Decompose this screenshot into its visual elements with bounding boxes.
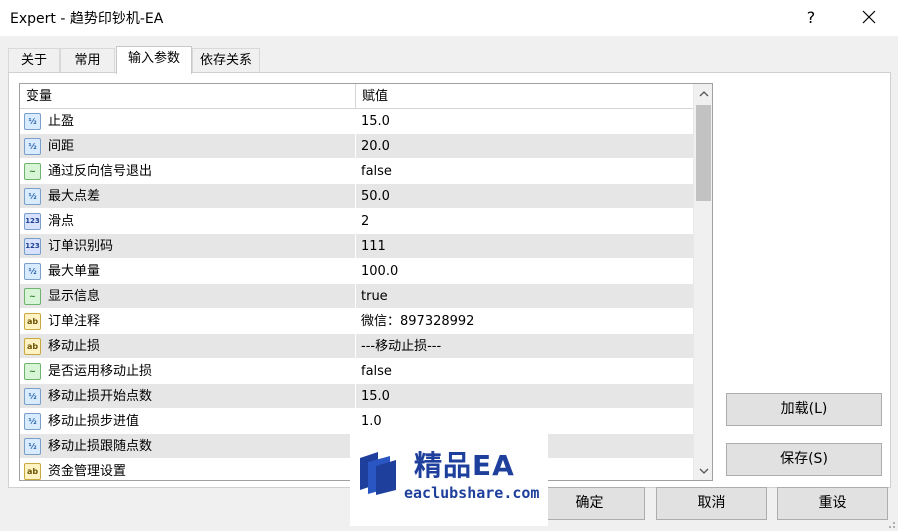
- parameter-name: 最大点差: [48, 189, 101, 204]
- int-type-icon: 123: [24, 213, 41, 230]
- title-bar: Expert - 趋势印钞机-EA ?: [0, 0, 898, 36]
- tab-inputs[interactable]: 输入参数: [116, 46, 192, 74]
- table-row[interactable]: ½ 移动止损步进值 1.0: [20, 409, 693, 434]
- table-row[interactable]: ~ 是否运用移动止损 false: [20, 359, 693, 384]
- column-divider: [355, 384, 356, 409]
- table-row[interactable]: ½ 间距 20.0: [20, 134, 693, 159]
- cancel-button[interactable]: 取消: [656, 487, 767, 520]
- parameter-value[interactable]: 微信：897328992: [361, 309, 691, 334]
- parameter-name: 资金管理设置: [48, 464, 127, 479]
- tab-about[interactable]: 关于: [8, 48, 60, 73]
- table-row[interactable]: 123 订单识别码 111: [20, 234, 693, 259]
- int-type-icon: 123: [24, 238, 41, 255]
- ok-button[interactable]: 确定: [534, 487, 645, 520]
- parameter-value[interactable]: 100.0: [361, 259, 691, 284]
- grid-header: 变量 赋值: [20, 84, 693, 109]
- chevron-down-icon: [699, 468, 708, 474]
- table-row[interactable]: ~ 显示信息 true: [20, 284, 693, 309]
- table-row[interactable]: 123 滑点 2: [20, 209, 693, 234]
- parameter-name: 移动止损开始点数: [48, 389, 153, 404]
- window-title: Expert - 趋势印钞机-EA: [10, 11, 164, 27]
- bool-type-icon: ~: [24, 163, 41, 180]
- parameter-value[interactable]: 15.0: [361, 109, 691, 134]
- load-button[interactable]: 加载(L): [726, 393, 882, 426]
- column-divider: [355, 209, 356, 234]
- parameter-name: 是否运用移动止损: [48, 364, 153, 379]
- bool-type-icon: ~: [24, 363, 41, 380]
- column-divider: [355, 409, 356, 434]
- parameter-value[interactable]: 20.0: [361, 134, 691, 159]
- column-divider: [355, 159, 356, 184]
- watermark-url: eaclubshare.com: [404, 484, 540, 502]
- column-divider: [355, 359, 356, 384]
- books-logo-icon: [360, 452, 396, 495]
- parameter-name: 移动止损步进值: [48, 414, 140, 429]
- parameter-value[interactable]: true: [361, 284, 691, 309]
- parameter-name: 移动止损跟随点数: [48, 439, 153, 454]
- table-row[interactable]: ½ 止盈 15.0: [20, 109, 693, 134]
- column-divider: [355, 184, 356, 209]
- string-type-icon: ab: [24, 338, 41, 355]
- table-row[interactable]: ½ 最大单量 100.0: [20, 259, 693, 284]
- parameter-value[interactable]: 111: [361, 234, 691, 259]
- table-row[interactable]: ½ 移动止损开始点数 15.0: [20, 384, 693, 409]
- parameter-name: 通过反向信号退出: [48, 164, 153, 179]
- bool-type-icon: ~: [24, 288, 41, 305]
- column-divider: [355, 284, 356, 309]
- string-type-icon: ab: [24, 313, 41, 330]
- column-divider: [355, 259, 356, 284]
- close-icon: [862, 10, 876, 24]
- double-type-icon: ½: [24, 438, 41, 455]
- table-row[interactable]: ½ 最大点差 50.0: [20, 184, 693, 209]
- save-button[interactable]: 保存(S): [726, 443, 882, 476]
- parameter-value[interactable]: ---移动止损---: [361, 334, 691, 359]
- parameter-name: 滑点: [48, 214, 75, 229]
- double-type-icon: ½: [24, 188, 41, 205]
- parameters-grid: 变量 赋值 ½ 止盈 15.0 ½ 间距 20.0 ~ 通过反向信号退出 false ½ 最大点差 5…: [19, 83, 713, 481]
- parameter-name: 间距: [48, 139, 75, 154]
- scroll-down-button[interactable]: [694, 461, 712, 480]
- tab-dependencies[interactable]: 依存关系: [192, 48, 260, 73]
- parameter-name: 订单识别码: [48, 239, 114, 254]
- table-row[interactable]: ab 移动止损 ---移动止损---: [20, 334, 693, 359]
- string-type-icon: ab: [24, 463, 41, 480]
- parameter-value[interactable]: false: [361, 359, 691, 384]
- column-divider: [355, 334, 356, 359]
- column-divider: [355, 234, 356, 259]
- help-button[interactable]: ?: [788, 0, 834, 34]
- table-row[interactable]: ~ 通过反向信号退出 false: [20, 159, 693, 184]
- column-divider: [355, 309, 356, 334]
- double-type-icon: ½: [24, 113, 41, 130]
- double-type-icon: ½: [24, 388, 41, 405]
- scroll-up-button[interactable]: [694, 84, 712, 103]
- double-type-icon: ½: [24, 138, 41, 155]
- watermark-title: 精品EA: [414, 449, 515, 482]
- chevron-up-icon: [699, 90, 708, 96]
- tab-common[interactable]: 常用: [60, 48, 115, 73]
- parameter-name: 订单注释: [48, 314, 101, 329]
- parameter-value[interactable]: false: [361, 159, 691, 184]
- parameter-value[interactable]: 15.0: [361, 384, 691, 409]
- double-type-icon: ½: [24, 413, 41, 430]
- scrollbar-thumb[interactable]: [696, 105, 711, 201]
- column-divider: [355, 109, 356, 134]
- resize-grip-icon[interactable]: [884, 517, 896, 529]
- column-header-variable[interactable]: 变量: [20, 84, 356, 109]
- column-header-value[interactable]: 赋值: [356, 84, 693, 109]
- parameter-name: 显示信息: [48, 289, 101, 304]
- parameter-value[interactable]: 1.0: [361, 409, 691, 434]
- double-type-icon: ½: [24, 263, 41, 280]
- close-button[interactable]: [846, 0, 892, 34]
- parameter-value[interactable]: 2: [361, 209, 691, 234]
- parameter-name: 止盈: [48, 114, 75, 129]
- parameter-value[interactable]: 50.0: [361, 184, 691, 209]
- reset-button[interactable]: 重设: [777, 487, 888, 520]
- parameter-name: 移动止损: [48, 339, 101, 354]
- watermark-overlay: 精品EA eaclubshare.com: [350, 432, 548, 526]
- grid-rows: ½ 止盈 15.0 ½ 间距 20.0 ~ 通过反向信号退出 false ½ 最大点差 50.0 123…: [20, 109, 693, 480]
- column-divider: [355, 134, 356, 159]
- vertical-scrollbar[interactable]: [693, 84, 712, 480]
- parameter-name: 最大单量: [48, 264, 101, 279]
- table-row[interactable]: ab 订单注释 微信：897328992: [20, 309, 693, 334]
